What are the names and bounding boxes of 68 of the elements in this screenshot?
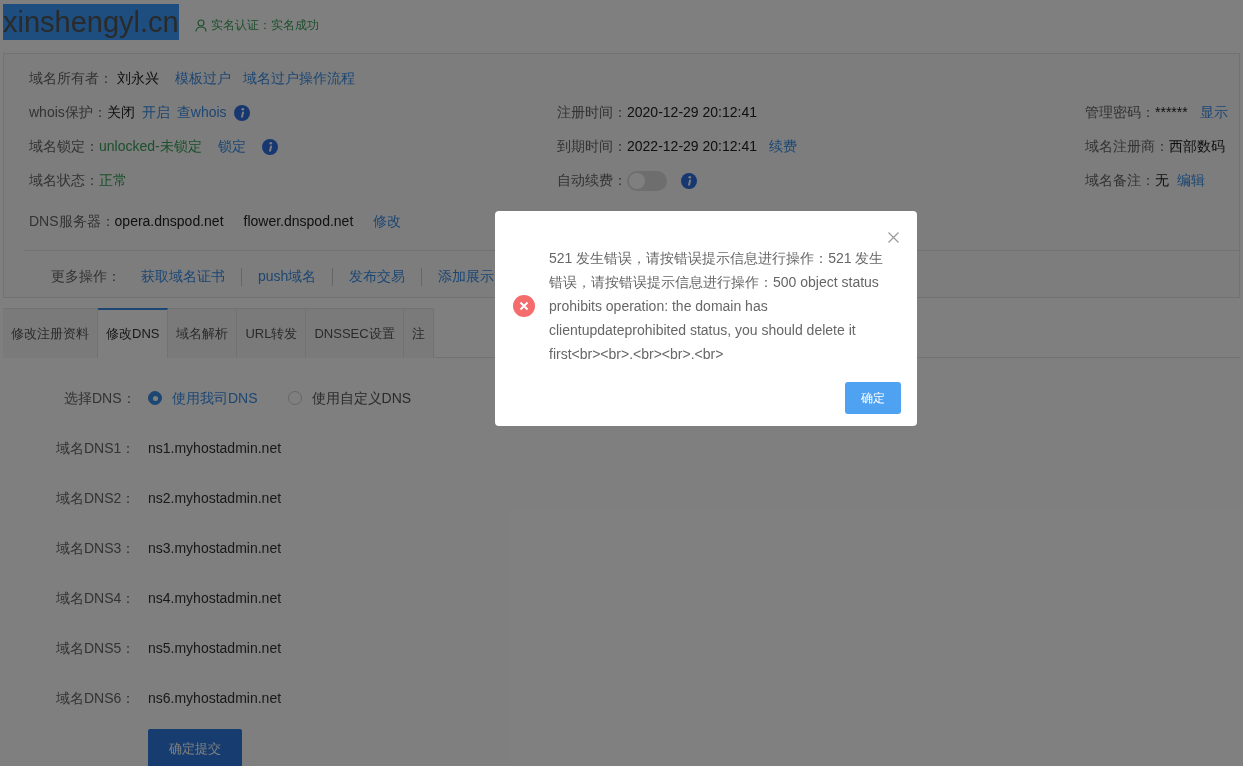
label: 到期时间： [557,137,627,156]
info-icon [681,172,697,189]
label: 域名所有者： [29,69,113,88]
link[interactable]: 添加展示 [438,266,495,287]
label: 域名DNS1： [56,438,137,458]
link[interactable]: 获取域名证书 [141,266,225,287]
tab[interactable]: 修改DNS [98,308,169,358]
label: 选择DNS： [64,388,137,408]
label: 域名DNS5： [56,638,137,658]
value: ****** [1155,103,1188,122]
label: 自动续费： [557,171,627,190]
link[interactable]: 模板过户 [175,70,231,86]
tab[interactable]: 修改注册资料 [3,308,98,358]
value: ns1.myhostadmin.net [148,438,282,458]
tab[interactable]: DNSSEC设置 [306,308,404,358]
link[interactable]: 编辑 [1177,170,1205,191]
tab[interactable]: URL转发 [237,308,307,358]
label: whois保护： [29,103,107,122]
link[interactable]: push域名 [258,266,317,287]
value: unlocked-未锁定 [99,137,202,156]
value: 2020-12-29 20:12:41 [627,103,757,122]
value: 西部数码 [1169,137,1225,156]
link[interactable]: 续费 [769,136,797,157]
label: 注册时间： [557,103,627,122]
error-icon [513,295,535,317]
dns-radio[interactable]: 使用我司DNS [148,387,258,409]
confirm-button[interactable]: 确定 [845,382,901,414]
label: 域名DNS3： [56,538,137,558]
link[interactable]: 域名过户操作流程 [243,70,355,86]
value: ns4.myhostadmin.net [148,588,282,608]
label: 更多操作： [51,267,121,286]
label: 域名注册商： [1085,137,1169,156]
link[interactable]: 开启 [141,102,170,123]
person-icon [194,18,207,32]
label: 管理密码： [1085,103,1155,122]
submit-button[interactable]: 确定提交 [148,729,242,766]
value: flower.dnspod.net [243,212,354,231]
tab[interactable]: 注 [403,308,434,358]
label: 域名状态： [29,171,99,190]
label: 域名备注： [1085,171,1155,190]
domain-title: xinshengyl.cn [3,4,179,40]
value: 无 [1155,171,1169,190]
link[interactable]: 显示 [1199,102,1228,123]
value: ns3.myhostadmin.net [148,538,282,558]
link[interactable]: 发布交易 [349,266,406,287]
label: DNS服务器： [29,212,115,231]
label: 域名DNS4： [56,588,137,608]
verification-status: 实名认证：实名成功 [210,17,319,34]
value: 正常 [99,171,127,190]
value: 刘永兴 [117,69,159,88]
tab[interactable]: 域名解析 [168,308,238,358]
value: ns5.myhostadmin.net [148,638,282,658]
value: ns6.myhostadmin.net [148,688,282,708]
value: opera.dnspod.net [114,212,224,231]
label: 域名DNS2： [56,488,137,508]
dns-radio[interactable]: 使用自定义DNS [287,387,412,409]
link[interactable]: 修改 [373,211,402,232]
link[interactable]: 查whois [176,102,227,123]
info-icon [233,104,250,121]
label: 域名锁定： [29,137,99,156]
close-icon[interactable] [888,232,899,243]
value: 关闭 [106,103,135,122]
link[interactable]: 锁定 [217,136,246,157]
value: 2022-12-29 20:12:41 [627,137,757,156]
info-icon [261,138,278,155]
label: 域名DNS6： [56,688,137,708]
error-message: 521 发生错误，请按错误提示信息进行操作：521 发生错误，请按错误提示信息进行操作：500 object status prohibits operation: the domain has clientupdateprohibited status, you should delete it first<br><br>.<br><br>.<br> [549,249,885,364]
value: ns2.myhostadmin.net [148,488,282,508]
